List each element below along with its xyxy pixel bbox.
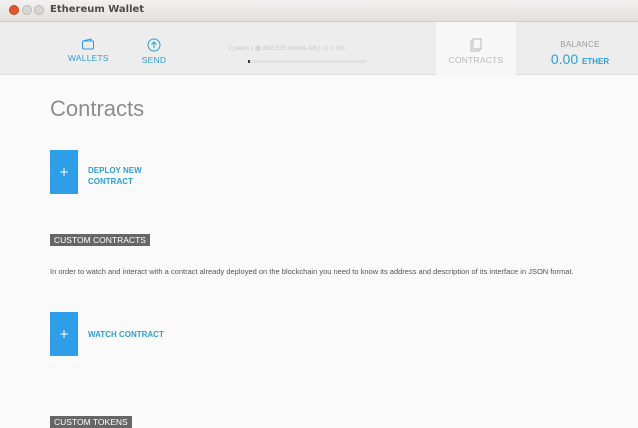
nav-wallets[interactable]: WALLETS (68, 38, 109, 63)
blocks-icon: ▦ (255, 45, 262, 52)
sync-status: 2 peers | ▦ 882,555 blocks left | ◷ 0.1% (228, 44, 390, 52)
sync-percent: 0.1% (329, 45, 345, 52)
sync-progress-fill (248, 60, 251, 63)
balance-label: BALANCE (560, 40, 600, 49)
deploy-contract-link[interactable]: DEPLOY NEW CONTRACT (88, 165, 142, 187)
window-close-button[interactable] (9, 5, 19, 15)
wallet-icon (82, 38, 94, 50)
balance-value-row: 0.00 ETHER (530, 51, 630, 67)
window-titlebar: Ethereum Wallet (0, 0, 638, 22)
deploy-contract-button[interactable]: + (50, 150, 78, 194)
custom-contracts-header: CUSTOM CONTRACTS (50, 234, 150, 246)
nav-wallets-label: WALLETS (68, 53, 109, 63)
sync-blocks: 882,555 blocks left (262, 45, 318, 52)
window-maximize-button[interactable] (34, 5, 44, 15)
balance-widget[interactable]: BALANCE 0.00 ETHER (530, 40, 630, 67)
deploy-label-line1: DEPLOY NEW (88, 166, 142, 175)
nav-send[interactable]: SEND (134, 38, 174, 65)
send-arrow-icon (147, 38, 161, 52)
page-title: Contracts (50, 96, 145, 121)
watch-contract-link[interactable]: WATCH CONTRACT (88, 330, 164, 339)
sync-peers: 2 peers (228, 45, 250, 52)
app-header: WALLETS SEND 2 peers | ▦ 882,555 blocks … (0, 22, 638, 75)
custom-tokens-header: CUSTOM TOKENS (50, 416, 132, 428)
nav-contracts[interactable]: CONTRACTS (436, 22, 516, 75)
custom-contracts-description: In order to watch and interact with a co… (50, 267, 574, 276)
balance-unit: ETHER (582, 57, 610, 66)
window-title: Ethereum Wallet (50, 4, 145, 15)
clock-icon: ◷ (322, 45, 329, 52)
contracts-icon (470, 38, 482, 52)
window-minimize-button[interactable] (22, 5, 32, 15)
sync-progress-bar (248, 60, 366, 63)
deploy-label-line2: CONTRACT (88, 177, 133, 186)
nav-contracts-label: CONTRACTS (448, 55, 504, 65)
balance-value: 0.00 (550, 51, 579, 67)
watch-contract-button[interactable]: + (50, 312, 78, 356)
nav-send-label: SEND (141, 55, 167, 65)
